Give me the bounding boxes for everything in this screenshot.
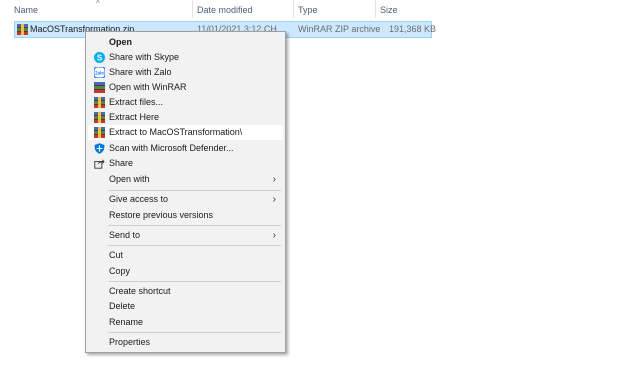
context-menu: Open S Share with Skype Zalo Share with … [85, 31, 286, 353]
skype-icon: S [94, 52, 105, 63]
menu-separator [108, 190, 281, 191]
menu-item-label: Share [109, 158, 134, 168]
zalo-icon: Zalo [94, 67, 105, 78]
sort-up-icon: ^ [96, 0, 100, 8]
menu-item-label: Open with WinRAR [109, 82, 187, 92]
file-size: 191,368 KB [389, 24, 437, 34]
menu-item-give-access[interactable]: Give access to › [88, 192, 283, 207]
menu-item-delete[interactable]: Delete [88, 299, 283, 314]
menu-item-label: Extract to MacOSTransformation\ [109, 127, 243, 137]
column-date-modified[interactable]: Date modified [197, 0, 253, 20]
menu-item-restore-versions[interactable]: Restore previous versions [88, 208, 283, 223]
menu-item-open-winrar[interactable]: Open with WinRAR [88, 80, 283, 95]
menu-item-label: Give access to [109, 194, 169, 204]
menu-item-create-shortcut[interactable]: Create shortcut [88, 284, 283, 299]
winrar-icon [94, 82, 105, 93]
menu-item-label: Restore previous versions [109, 210, 214, 220]
winrar-archive-icon [17, 24, 28, 35]
menu-item-label: Send to [109, 230, 141, 240]
menu-item-rename[interactable]: Rename [88, 315, 283, 330]
menu-item-extract-to[interactable]: Extract to MacOSTransformation\ [88, 125, 283, 140]
menu-item-label: Create shortcut [109, 286, 171, 296]
menu-separator [108, 332, 281, 333]
menu-item-share-skype[interactable]: S Share with Skype [88, 50, 283, 65]
chevron-right-icon: › [272, 194, 276, 205]
menu-item-share[interactable]: Share [88, 156, 283, 171]
menu-item-extract-here[interactable]: Extract Here [88, 110, 283, 125]
menu-item-label: Extract Here [109, 112, 160, 122]
chevron-right-icon: › [272, 230, 276, 241]
menu-item-label: Properties [109, 337, 151, 347]
column-type[interactable]: Type [298, 0, 318, 20]
menu-item-open-with[interactable]: Open with › [88, 172, 283, 187]
menu-item-label: Delete [109, 301, 136, 311]
menu-separator [108, 281, 281, 282]
menu-item-label: Cut [109, 250, 124, 260]
menu-item-share-zalo[interactable]: Zalo Share with Zalo [88, 65, 283, 80]
menu-item-properties[interactable]: Properties [88, 335, 283, 350]
menu-item-open[interactable]: Open [88, 35, 283, 50]
menu-item-label: Open [109, 37, 133, 47]
winrar-extract-icon [94, 112, 105, 123]
winrar-extract-icon [94, 127, 105, 138]
menu-item-label: Rename [109, 317, 144, 327]
menu-separator [108, 225, 281, 226]
menu-item-label: Extract files... [109, 97, 164, 107]
menu-item-extract-files[interactable]: Extract files... [88, 95, 283, 110]
menu-item-label: Copy [109, 266, 131, 276]
share-icon [94, 159, 105, 169]
menu-item-label: Scan with Microsoft Defender... [109, 143, 234, 153]
column-divider[interactable] [375, 0, 376, 18]
column-size[interactable]: Size [380, 0, 398, 20]
column-divider[interactable] [293, 0, 294, 18]
menu-item-label: Open with [109, 174, 150, 184]
defender-shield-icon [94, 143, 105, 154]
column-header: Name ^ Date modified Type Size [0, 0, 640, 20]
column-name[interactable]: Name [14, 0, 38, 20]
menu-item-label: Share with Zalo [109, 67, 172, 77]
menu-item-send-to[interactable]: Send to › [88, 228, 283, 243]
file-type: WinRAR ZIP archive [298, 24, 381, 34]
svg-text:Zalo: Zalo [95, 71, 104, 76]
menu-item-cut[interactable]: Cut [88, 248, 283, 263]
chevron-right-icon: › [272, 174, 276, 185]
menu-item-scan-defender[interactable]: Scan with Microsoft Defender... [88, 141, 283, 156]
menu-item-label: Share with Skype [109, 52, 180, 62]
winrar-extract-icon [94, 97, 105, 108]
column-divider[interactable] [192, 0, 193, 18]
menu-separator [108, 245, 281, 246]
svg-text:S: S [97, 53, 103, 62]
menu-item-copy[interactable]: Copy [88, 264, 283, 279]
